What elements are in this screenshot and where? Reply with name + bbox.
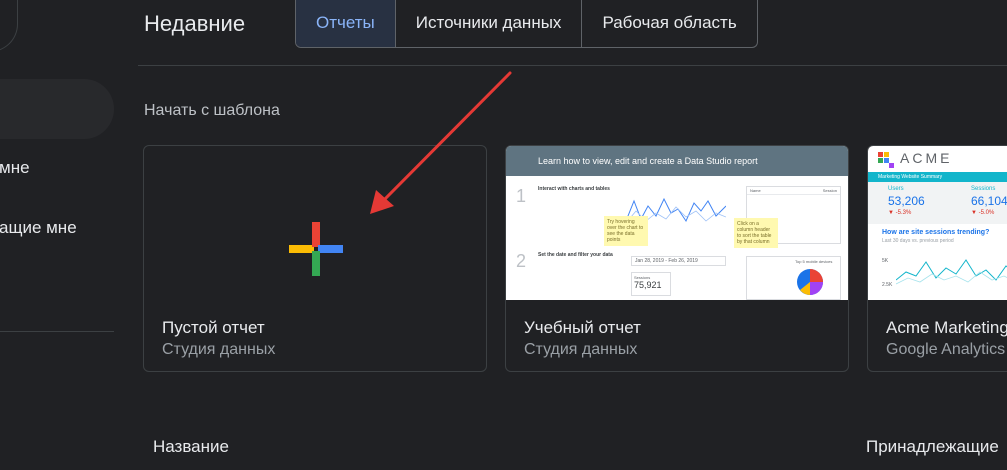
acme-question: How are site sessions trending? — [882, 229, 990, 236]
axis-label: 5K — [882, 258, 889, 264]
column-header-owner[interactable]: Принадлежащие — [866, 437, 999, 457]
step-number: 2 — [516, 251, 527, 271]
date-range-control: Jan 28, 2019 - Feb 26, 2019 — [631, 256, 726, 266]
sidebar-divider — [0, 331, 114, 332]
page-title: Недавние — [144, 11, 246, 36]
plus-icon — [289, 222, 343, 276]
metric-label: Users — [888, 186, 904, 192]
table-header-cell: Name — [750, 188, 761, 193]
scorecard-value: 75,921 — [634, 280, 662, 290]
templates-section-title: Начать с шаблона — [144, 102, 280, 119]
step-number: 1 — [516, 186, 527, 206]
card-subtitle: Студия данных — [524, 341, 638, 358]
card-title: Учебный отчет — [524, 318, 641, 337]
tab-bar: Отчеты Источники данных Рабочая область — [295, 0, 758, 48]
thumbnail-heading: Learn how to view, edit and create a Dat… — [506, 146, 848, 176]
header-divider — [138, 65, 1007, 66]
metric-change: ▼ -5.0% — [971, 210, 995, 216]
tab-reports[interactable]: Отчеты — [296, 0, 395, 47]
card-title: Пустой отчет — [162, 318, 265, 337]
acme-banner: Marketing Website Summary — [868, 172, 1007, 182]
template-card-blank-report[interactable]: Пустой отчет Студия данных — [143, 145, 487, 372]
card-subtitle: Студия данных — [162, 341, 276, 358]
sidebar-item-recent-active[interactable] — [0, 79, 114, 139]
card-subtitle: Google Analytics — [886, 341, 1006, 358]
scorecard-thumbnail: Sessions 75,921 — [631, 272, 671, 296]
metric-value: 53,206 — [888, 194, 925, 208]
tab-data-sources[interactable]: Источники данных — [394, 0, 582, 47]
column-header-name[interactable]: Название — [153, 437, 229, 457]
acme-logo-text: ACME — [900, 150, 953, 166]
hint-note: Try hovering over the chart to see the d… — [604, 216, 648, 246]
metric-value: 66,104 — [971, 194, 1007, 208]
acme-logo-icon — [878, 152, 894, 168]
step1-title: Interact with charts and tables — [538, 186, 610, 192]
sidebar-item-shared-with-me[interactable]: мне — [0, 158, 30, 178]
metric-label: Sessions — [971, 186, 996, 192]
search-box-edge[interactable] — [0, 0, 18, 52]
acme-thumbnail: ACME Marketing Website Summary Users 53,… — [868, 146, 1007, 300]
acme-line-chart — [896, 259, 1007, 285]
metric-change: ▼ -5.3% — [888, 210, 912, 216]
card-title: Acme Marketing — [886, 318, 1007, 337]
sidebar-item-owned-by-me[interactable]: ащие мне — [0, 218, 77, 238]
acme-metrics: Users 53,206 ▼ -5.3% Sessions 66,104 ▼ -… — [868, 182, 1007, 224]
hint-note: Click on a column header to sort the tab… — [734, 218, 778, 248]
template-card-tutorial-report[interactable]: Learn how to view, edit and create a Dat… — [505, 145, 849, 372]
pie-chart-thumbnail — [797, 269, 823, 295]
template-card-acme-marketing[interactable]: ACME Marketing Website Summary Users 53,… — [867, 145, 1007, 372]
pie-chart-panel: Top 5 mobile devices — [746, 256, 841, 300]
tab-workspace[interactable]: Рабочая область — [581, 0, 756, 47]
axis-label: 2.5K — [882, 282, 893, 288]
table-header-cell: Session — [822, 188, 837, 193]
acme-question-sub: Last 30 days vs. previous period — [882, 238, 954, 244]
tutorial-thumbnail: Learn how to view, edit and create a Dat… — [506, 146, 848, 300]
step2-title: Set the date and filter your data — [538, 252, 613, 258]
pie-chart-title: Top 5 mobile devices — [795, 259, 833, 264]
